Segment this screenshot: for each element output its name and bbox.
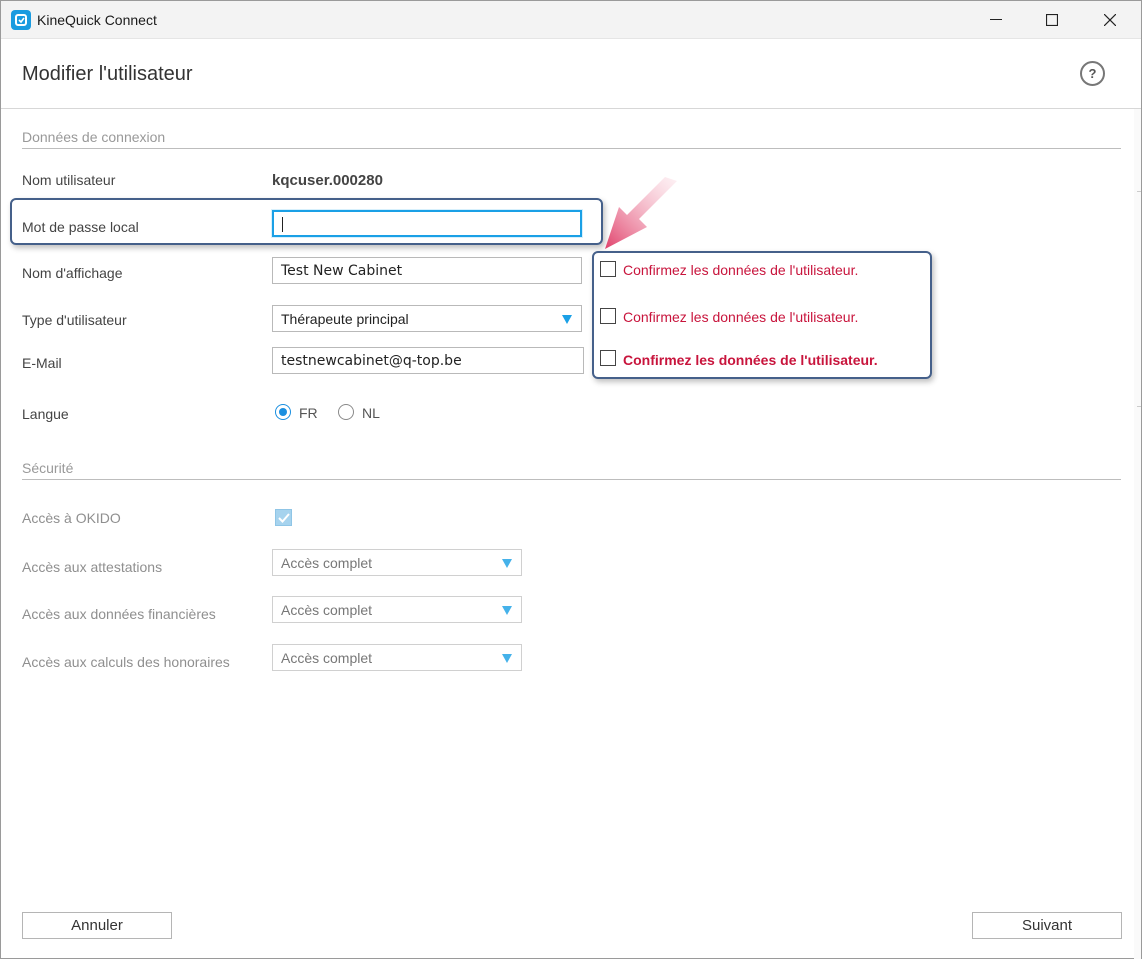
language-option-nl: NL [362, 405, 380, 421]
password-input[interactable] [272, 210, 582, 237]
confirm-text-2: Confirmez les données de l'utilisateur. [623, 309, 859, 325]
dropdown-arrow-icon [502, 654, 512, 663]
page-title: Modifier l'utilisateur [22, 63, 193, 85]
help-icon[interactable]: ? [1080, 61, 1105, 86]
dropdown-arrow-icon [562, 315, 572, 324]
user-type-value: Thérapeute principal [281, 311, 409, 327]
username-value: kqcuser.000280 [272, 172, 383, 189]
section-divider [22, 479, 1121, 480]
app-logo-icon [11, 10, 31, 30]
next-button[interactable]: Suivant [972, 912, 1122, 939]
username-label: Nom utilisateur [22, 172, 116, 188]
close-icon [1104, 14, 1116, 26]
dropdown-arrow-icon [502, 559, 512, 568]
section-title-connexion: Données de connexion [22, 129, 166, 145]
email-input[interactable]: testnewcabinet@q-top.be [272, 347, 584, 374]
close-button[interactable] [1081, 1, 1139, 39]
maximize-icon [1046, 14, 1058, 26]
financial-label: Accès aux données financières [22, 606, 216, 622]
title-bar: KineQuick Connect [1, 1, 1141, 39]
confirm-checkbox-1[interactable] [600, 261, 616, 277]
confirm-text-3: Confirmez les données de l'utilisateur. [623, 352, 878, 368]
confirm-text-1: Confirmez les données de l'utilisateur. [623, 262, 859, 278]
display-name-input[interactable]: Test New Cabinet [272, 257, 582, 284]
confirm-checkbox-2[interactable] [600, 308, 616, 324]
section-title-securite: Sécurité [22, 460, 74, 476]
section-divider [22, 148, 1121, 149]
user-type-select[interactable]: Thérapeute principal [272, 305, 582, 332]
language-option-fr: FR [299, 405, 318, 421]
email-label: E-Mail [22, 355, 62, 371]
dialog-header: Modifier l'utilisateur ? [1, 39, 1141, 109]
maximize-button[interactable] [1023, 1, 1081, 39]
fees-label: Accès aux calculs des honoraires [22, 654, 230, 670]
okido-checkbox[interactable] [275, 509, 292, 526]
minimize-icon [990, 19, 1002, 20]
annotation-arrow-icon [605, 177, 677, 249]
display-name-label: Nom d'affichage [22, 265, 123, 281]
confirm-checkbox-3[interactable] [600, 350, 616, 366]
language-label: Langue [22, 406, 69, 422]
app-title: KineQuick Connect [37, 12, 157, 28]
cancel-button[interactable]: Annuler [22, 912, 172, 939]
fees-value: Accès complet [281, 650, 373, 666]
dropdown-arrow-icon [502, 606, 512, 615]
password-label: Mot de passe local [22, 219, 139, 235]
checkmark-icon [277, 512, 290, 523]
scrollbar[interactable] [1134, 109, 1141, 959]
scroll-tick [1137, 191, 1141, 192]
scroll-tick [1137, 406, 1141, 407]
user-type-label: Type d'utilisateur [22, 312, 127, 328]
app-window: KineQuick Connect Modifier l'utilisateur… [0, 0, 1142, 959]
attestations-select[interactable]: Accès complet [272, 549, 522, 576]
language-radio-fr[interactable] [275, 404, 291, 420]
attestations-label: Accès aux attestations [22, 559, 163, 575]
language-radio-nl[interactable] [338, 404, 354, 420]
attestations-value: Accès complet [281, 555, 373, 571]
financial-value: Accès complet [281, 602, 373, 618]
fees-select[interactable]: Accès complet [272, 644, 522, 671]
okido-label: Accès à OKIDO [22, 510, 121, 526]
minimize-button[interactable] [967, 1, 1025, 39]
financial-select[interactable]: Accès complet [272, 596, 522, 623]
text-caret [282, 217, 283, 232]
